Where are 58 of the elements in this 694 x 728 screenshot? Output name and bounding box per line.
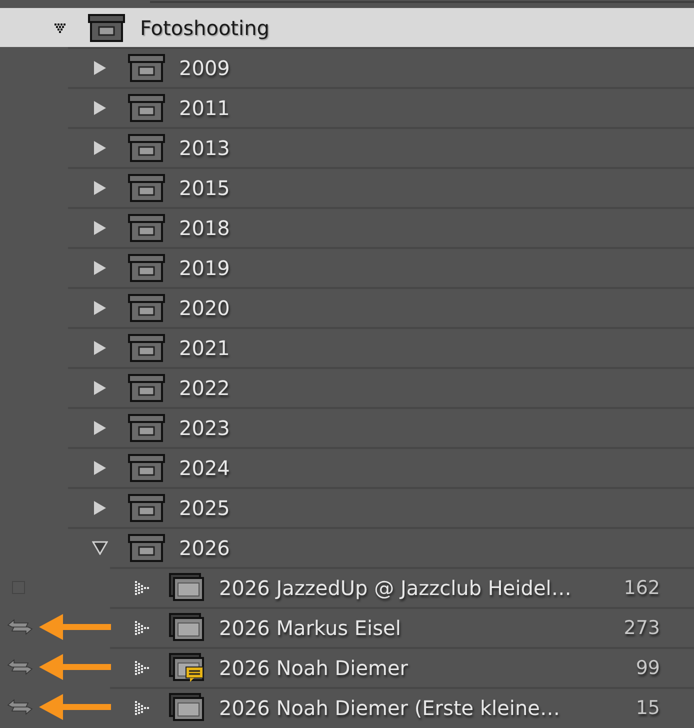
folder-label[interactable]: 2019 [179, 256, 230, 280]
collection-label[interactable]: 2026 Noah Diemer [219, 656, 408, 680]
folder-box-icon [128, 54, 165, 82]
dotted-arrow-icon [134, 581, 150, 595]
photo-count: 99 [636, 657, 660, 679]
folder-box-icon [128, 334, 165, 362]
photo-count: 162 [624, 577, 660, 599]
folder-label[interactable]: 2013 [179, 136, 230, 160]
photo-count: 273 [624, 617, 660, 639]
folder-box-icon [128, 494, 165, 522]
expand-triangle-icon[interactable] [54, 22, 66, 32]
folder-box-icon [128, 454, 165, 482]
folder-box-icon [128, 254, 165, 282]
collapse-triangle-icon[interactable] [93, 140, 107, 156]
folder-label[interactable]: 2026 [179, 536, 230, 560]
collection-label[interactable]: 2026 Markus Eisel [219, 616, 401, 640]
folder-label[interactable]: 2024 [179, 456, 230, 480]
collection-label[interactable]: 2026 JazzedUp @ Jazzclub Heidel… [219, 576, 572, 600]
sync-arrows-icon[interactable] [6, 619, 34, 635]
folder-label[interactable]: 2018 [179, 216, 230, 240]
folder-box-icon [128, 174, 165, 202]
collapse-triangle-icon[interactable] [93, 300, 107, 316]
collapse-triangle-icon[interactable] [93, 100, 107, 116]
folder-label[interactable]: 2011 [179, 96, 230, 120]
collapse-triangle-icon[interactable] [93, 420, 107, 436]
folder-label[interactable]: 2022 [179, 376, 230, 400]
collapse-triangle-icon[interactable] [93, 340, 107, 356]
collection-label[interactable]: 2026 Noah Diemer (Erste kleine… [219, 696, 560, 720]
folder-label[interactable]: 2023 [179, 416, 230, 440]
collapse-triangle-icon[interactable] [93, 180, 107, 196]
folder-box-icon [128, 294, 165, 322]
dotted-arrow-icon [134, 661, 150, 675]
expand-triangle-icon[interactable] [92, 541, 108, 555]
collapse-triangle-icon[interactable] [93, 460, 107, 476]
collapse-triangle-icon[interactable] [93, 380, 107, 396]
dotted-arrow-icon [134, 701, 150, 715]
dotted-arrow-icon [134, 621, 150, 635]
folder-label[interactable]: 2020 [179, 296, 230, 320]
folder-box-icon [128, 214, 165, 242]
folder-row[interactable]: Fotoshooting [0, 8, 694, 47]
sync-arrows-icon[interactable] [6, 699, 34, 715]
folder-label: Fotoshooting [140, 16, 270, 40]
folder-label[interactable]: 2021 [179, 336, 230, 360]
collapse-triangle-icon[interactable] [93, 220, 107, 236]
collapse-triangle-icon[interactable] [93, 500, 107, 516]
collapse-triangle-icon[interactable] [93, 60, 107, 76]
folder-box-icon [128, 374, 165, 402]
collapse-triangle-icon[interactable] [93, 260, 107, 276]
folder-box-icon [128, 534, 165, 562]
folder-label[interactable]: 2015 [179, 176, 230, 200]
photo-count: 15 [636, 697, 660, 719]
folder-box-icon [128, 94, 165, 122]
folder-label[interactable]: 2009 [179, 56, 230, 80]
sync-arrows-icon[interactable] [6, 659, 34, 675]
folder-label[interactable]: 2025 [179, 496, 230, 520]
folder-box-icon [88, 14, 125, 42]
folder-box-icon [128, 414, 165, 442]
folder-box-icon [128, 134, 165, 162]
